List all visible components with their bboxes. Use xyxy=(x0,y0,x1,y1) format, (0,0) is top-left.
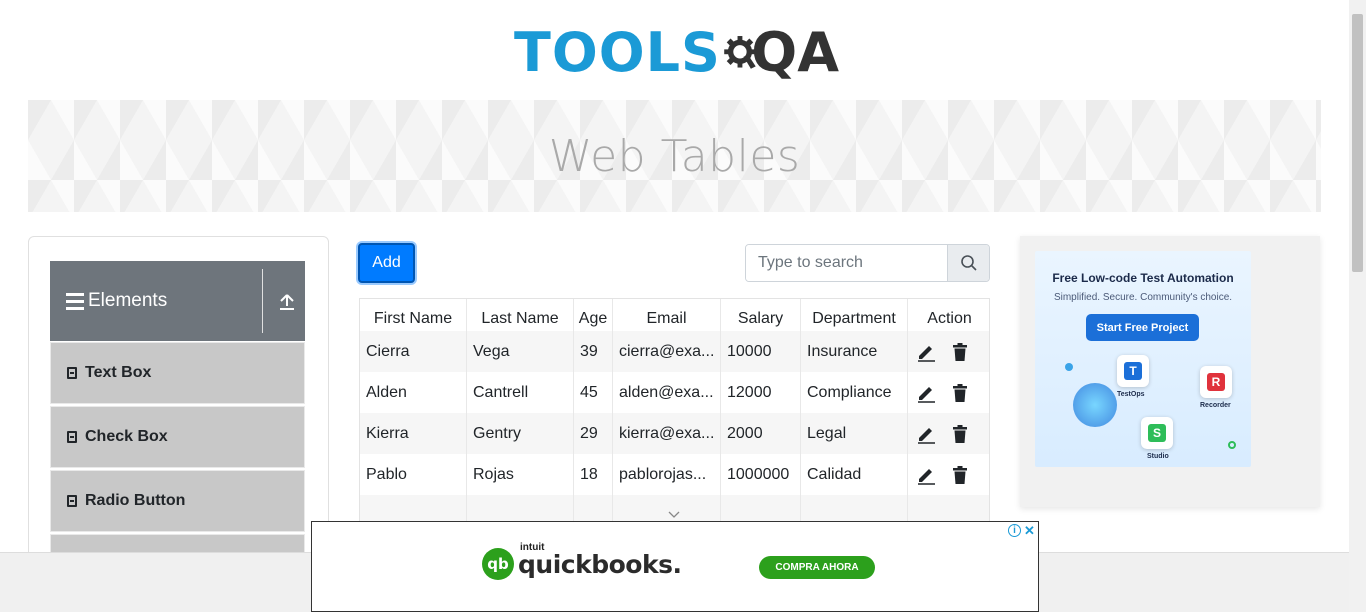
table-cell: Cierra xyxy=(360,331,467,372)
table-cell: 29 xyxy=(574,413,613,454)
ad-choices: i ✕ xyxy=(1008,523,1036,538)
action-cell xyxy=(908,454,989,495)
sidebar-item-text-box[interactable]: Text Box xyxy=(50,342,305,404)
decor-dot xyxy=(1065,363,1073,371)
studio-icon: S xyxy=(1141,417,1173,449)
table-cell: kierra@exa... xyxy=(613,413,721,454)
search-icon xyxy=(960,255,977,271)
quickbooks-logo: qb intuit quickbooks. xyxy=(482,542,682,580)
table-cell: 1000000 xyxy=(721,454,801,495)
delete-icon[interactable] xyxy=(950,424,970,444)
ad-creative: Free Low-code Test Automation Simplified… xyxy=(1035,251,1251,467)
action-cell xyxy=(908,413,989,454)
close-icon[interactable]: ✕ xyxy=(1023,523,1036,538)
web-table: First Name Last Name Age Email Salary De… xyxy=(359,298,990,538)
testops-icon: T xyxy=(1117,355,1149,387)
table-cell: 18 xyxy=(574,454,613,495)
compra-ahora-button[interactable]: COMPRA AHORA xyxy=(759,556,875,579)
action-cell xyxy=(908,331,989,372)
chevron-down-icon xyxy=(668,511,680,518)
form-icon xyxy=(67,431,77,443)
katalon-ad[interactable]: Free Low-code Test Automation Simplified… xyxy=(1020,236,1320,507)
group-divider xyxy=(262,269,263,333)
sidebar-item-label: Radio Button xyxy=(85,492,186,509)
recorder-icon: R xyxy=(1200,366,1232,398)
menu-icon xyxy=(66,292,84,310)
logo-tools-text: TOOLS xyxy=(514,21,721,84)
table-cell: Calidad xyxy=(801,454,908,495)
decor-robot xyxy=(1073,383,1117,427)
decor-ring xyxy=(1228,441,1236,449)
table-cell: pablorojas... xyxy=(613,454,721,495)
table-cell: Legal xyxy=(801,413,908,454)
table-cell: 10000 xyxy=(721,331,801,372)
studio-label: Studio xyxy=(1147,453,1169,460)
sidebar-item-radio-button[interactable]: Radio Button xyxy=(50,470,305,532)
logo-qa-text: QA xyxy=(751,21,839,84)
table-row: Kierra Gentry 29 kierra@exa... 2000 Lega… xyxy=(360,413,989,454)
edit-icon[interactable] xyxy=(916,424,936,444)
table-cell: 12000 xyxy=(721,372,801,413)
quickbooks-text: quickbooks. xyxy=(518,549,682,579)
sidebar-item-label: Check Box xyxy=(85,428,168,445)
group-title: Elements xyxy=(88,290,168,311)
table-cell: 45 xyxy=(574,372,613,413)
edit-icon[interactable] xyxy=(916,383,936,403)
testops-label: TestOps xyxy=(1117,391,1145,398)
search-box: Type to search xyxy=(745,244,990,282)
page-banner: Web Tables xyxy=(28,100,1321,212)
table-cell: Rojas xyxy=(467,454,574,495)
ad-subtitle: Simplified. Secure. Community's choice. xyxy=(1053,292,1233,303)
search-button[interactable] xyxy=(947,245,989,281)
table-cell: 39 xyxy=(574,331,613,372)
sidebar-item-label: Text Box xyxy=(85,364,152,381)
edit-icon[interactable] xyxy=(916,342,936,362)
toolsqa-logo[interactable]: TOOLS QA xyxy=(514,14,839,92)
delete-icon[interactable] xyxy=(950,465,970,485)
search-input[interactable]: Type to search xyxy=(746,245,947,281)
table-cell: 2000 xyxy=(721,413,801,454)
add-button[interactable]: Add xyxy=(358,243,415,283)
table-cell: cierra@exa... xyxy=(613,331,721,372)
edit-icon[interactable] xyxy=(916,465,936,485)
table-cell: Vega xyxy=(467,331,574,372)
table-row: Pablo Rojas 18 pablorojas... 1000000 Cal… xyxy=(360,454,989,495)
form-icon xyxy=(67,495,77,507)
form-icon xyxy=(67,367,77,379)
table-cell: Insurance xyxy=(801,331,908,372)
ad-title: Free Low-code Test Automation xyxy=(1052,271,1234,285)
sidebar-item-check-box[interactable]: Check Box xyxy=(50,406,305,468)
recorder-label: Recorder xyxy=(1200,402,1231,409)
info-icon[interactable]: i xyxy=(1008,524,1021,537)
table-cell: Kierra xyxy=(360,413,467,454)
table-cell: Pablo xyxy=(360,454,467,495)
start-free-project-button[interactable]: Start Free Project xyxy=(1086,314,1199,341)
delete-icon[interactable] xyxy=(950,342,970,362)
action-cell xyxy=(908,372,989,413)
collapse-arrow-icon[interactable] xyxy=(278,293,296,311)
qb-icon: qb xyxy=(482,548,514,580)
delete-icon[interactable] xyxy=(950,383,970,403)
table-cell: Alden xyxy=(360,372,467,413)
intuit-text: intuit xyxy=(520,541,545,553)
scrollbar-thumb[interactable] xyxy=(1352,14,1363,272)
group-header-elements[interactable]: Elements xyxy=(50,261,305,341)
table-cell: Cantrell xyxy=(467,372,574,413)
page-title: Web Tables xyxy=(548,130,801,182)
vertical-scrollbar[interactable] xyxy=(1349,0,1366,612)
table-row: Alden Cantrell 45 alden@exa... 12000 Com… xyxy=(360,372,989,413)
table-cell: Gentry xyxy=(467,413,574,454)
quickbooks-ad[interactable]: i ✕ qb intuit quickbooks. COMPRA AHORA xyxy=(311,521,1039,612)
table-cell: alden@exa... xyxy=(613,372,721,413)
table-row: Cierra Vega 39 cierra@exa... 10000 Insur… xyxy=(360,331,989,372)
table-cell: Compliance xyxy=(801,372,908,413)
